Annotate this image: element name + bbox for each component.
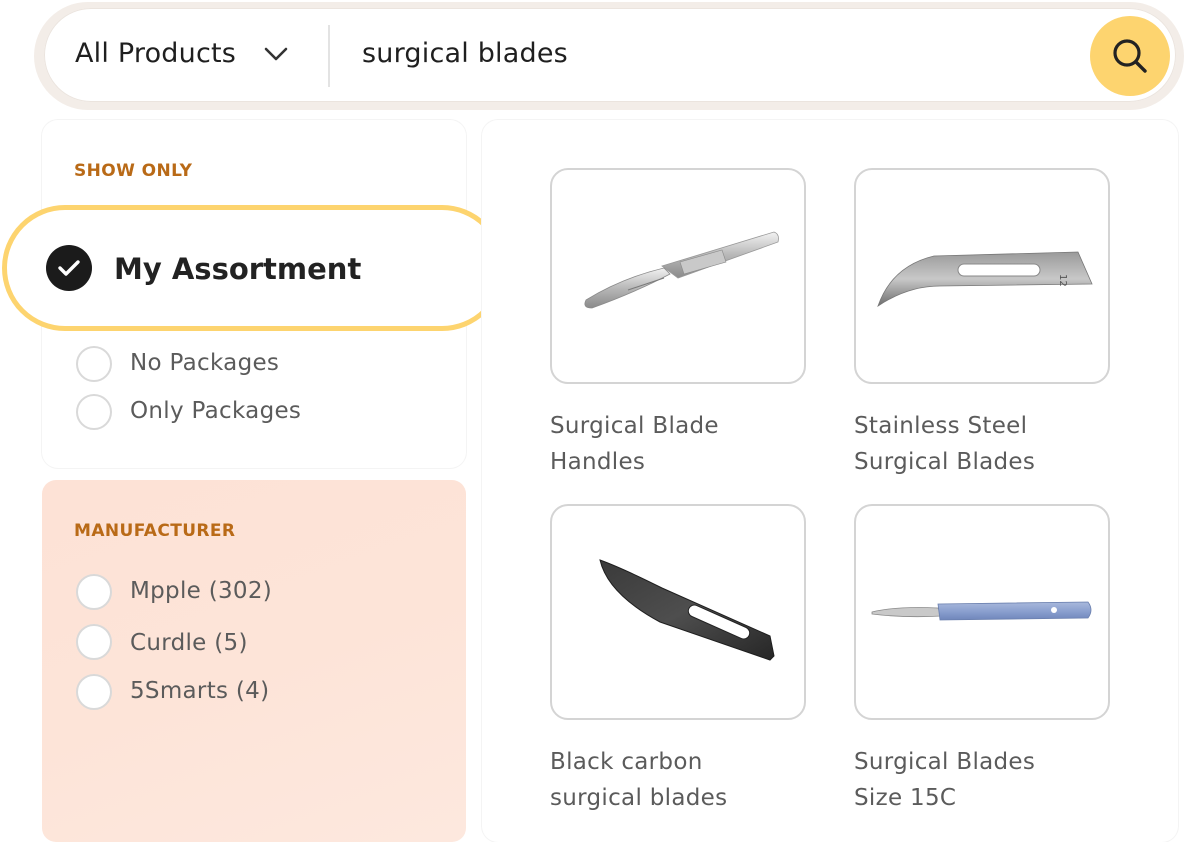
product-card-stainless-blades[interactable]: 12: [854, 168, 1110, 384]
product-card-black-carbon[interactable]: [550, 504, 806, 720]
product-image-black-carbon: [599, 559, 775, 661]
product-title-line1[interactable]: Black carbon: [550, 744, 790, 780]
manufacturer-radio-curdle[interactable]: [76, 624, 112, 660]
no-packages-label: No Packages: [130, 350, 280, 376]
product-title-line1[interactable]: Surgical Blades: [854, 744, 1094, 780]
product-card-size-15c[interactable]: [854, 504, 1110, 720]
my-assortment-checkbox[interactable]: [46, 245, 92, 291]
product-title-line1[interactable]: Stainless Steel: [854, 408, 1094, 444]
product-title-line1[interactable]: Surgical Blade: [550, 408, 790, 444]
product-card-blade-handles[interactable]: [550, 168, 806, 384]
manufacturer-label-curdle: Curdle (5): [130, 630, 248, 656]
product-title-line2[interactable]: Size 15C: [854, 780, 1094, 816]
only-packages-label: Only Packages: [130, 398, 302, 424]
show-only-title: SHOW ONLY: [74, 161, 193, 181]
no-packages-radio[interactable]: [76, 346, 112, 382]
product-image-stainless-blades: 12: [877, 251, 1093, 307]
manufacturer-title: MANUFACTURER: [74, 521, 236, 541]
product-image-size-15c: [871, 601, 1092, 621]
product-image-blade-handles: [584, 231, 779, 309]
check-icon: [58, 260, 80, 276]
my-assortment-label: My Assortment: [114, 252, 362, 286]
manufacturer-radio-5smarts[interactable]: [76, 674, 112, 710]
svg-text:12: 12: [1057, 274, 1068, 287]
search-button[interactable]: [1090, 16, 1170, 96]
product-title-line2[interactable]: Handles: [550, 444, 790, 480]
product-title-line2[interactable]: surgical blades: [550, 780, 790, 816]
search-icon: [1113, 39, 1147, 73]
manufacturer-label-5smarts: 5Smarts (4): [130, 678, 270, 704]
manufacturer-label-mpple: Mpple (302): [130, 578, 273, 604]
manufacturer-radio-mpple[interactable]: [76, 574, 112, 610]
category-select[interactable]: All Products: [75, 38, 236, 69]
only-packages-radio[interactable]: [76, 394, 112, 430]
search-input[interactable]: surgical blades: [362, 38, 568, 69]
chevron-down-icon[interactable]: [264, 44, 288, 64]
product-title-line2[interactable]: Surgical Blades: [854, 444, 1094, 480]
search-divider: [328, 25, 330, 87]
